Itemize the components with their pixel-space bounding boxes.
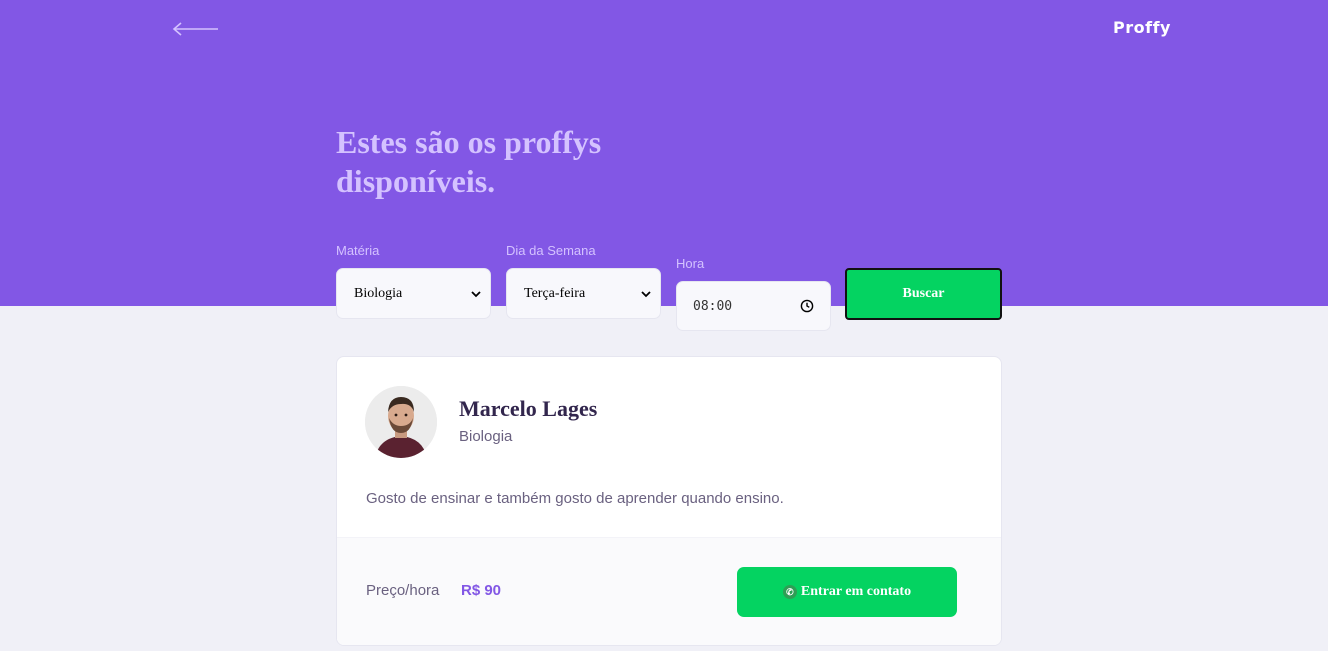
subject-select[interactable]: Biologia: [336, 268, 491, 319]
time-label: Hora: [676, 256, 705, 271]
avatar: [365, 386, 437, 458]
chevron-down-icon: [471, 290, 481, 297]
subject-label: Matéria: [336, 243, 380, 258]
weekday-label: Dia da Semana: [506, 243, 596, 258]
logo: Proffy: [1113, 18, 1171, 37]
subject-select-value: Biologia: [354, 285, 403, 301]
price-value: R$ 90: [461, 582, 502, 599]
teacher-subject: Biologia: [459, 428, 513, 445]
weekday-select-value: Terça-feira: [524, 285, 586, 301]
search-button[interactable]: Buscar: [845, 268, 1002, 320]
whatsapp-icon: ✆: [782, 585, 797, 599]
arrow-left-icon[interactable]: [172, 20, 220, 38]
teacher-card: Marcelo Lages Biologia Gosto de ensinar …: [336, 356, 1002, 646]
page-title-line2: disponíveis.: [336, 163, 496, 199]
time-input-value: 08:00: [693, 298, 733, 314]
page-title-line1: Estes são os proffys: [336, 124, 602, 160]
contact-button-label: Entrar em contato: [800, 584, 912, 599]
page-header: Proffy Estes são os proffys disponíveis.…: [0, 0, 1328, 306]
contact-button[interactable]: ✆ Entrar em contato: [737, 567, 957, 617]
teacher-bio: Gosto de ensinar e também gosto de apren…: [366, 490, 784, 507]
teacher-name: Marcelo Lages: [459, 396, 598, 421]
time-input[interactable]: 08:00: [676, 281, 831, 331]
card-footer: Preço/hora R$ 90 ✆ Entrar em contato: [337, 537, 1001, 645]
chevron-down-icon: [641, 290, 651, 297]
teacher-photo: [365, 386, 437, 458]
clock-icon[interactable]: [800, 299, 814, 313]
price-label: Preço/hora: [366, 582, 440, 599]
weekday-select[interactable]: Terça-feira: [506, 268, 661, 319]
page-title: Estes são os proffys disponíveis.: [336, 123, 636, 201]
